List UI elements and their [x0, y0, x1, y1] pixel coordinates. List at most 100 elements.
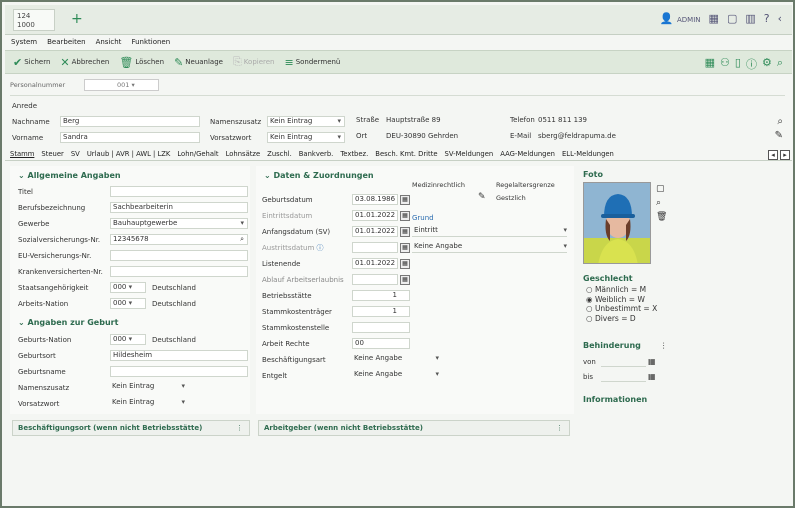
info-icon[interactable]: ⓘ: [317, 244, 324, 252]
calendar-icon[interactable]: ▦: [400, 242, 410, 253]
settings-icon[interactable]: ⚙: [762, 56, 772, 72]
tab-sv-meldungen[interactable]: SV-Meldungen: [445, 150, 494, 160]
tab-lohnsaetze[interactable]: Lohnsätze: [226, 150, 261, 160]
rights-select[interactable]: 00: [352, 338, 410, 349]
medical-link[interactable]: Medizinrechtlich: [412, 181, 465, 189]
save-button[interactable]: ✔ Sichern: [13, 56, 50, 69]
disability-from-input[interactable]: [601, 356, 646, 367]
phone-value[interactable]: 0511 811 139: [538, 116, 587, 124]
exit-reason-select[interactable]: Keine Angabe ▾: [412, 242, 567, 253]
nationality-select[interactable]: 000 ▾: [110, 282, 146, 293]
document-tab[interactable]: 124 1000: [13, 9, 55, 31]
lastname-input[interactable]: Berg: [60, 116, 200, 127]
tab-sv[interactable]: SV: [71, 150, 80, 160]
menu-ansicht[interactable]: Ansicht: [96, 36, 122, 49]
work-permit-input[interactable]: [352, 274, 398, 285]
employer-section[interactable]: Arbeitgeber (wenn nicht Betriebsstätte) ⋮: [258, 420, 570, 436]
grid-icon[interactable]: ▦: [709, 12, 719, 25]
gender-option-w[interactable]: ◉ Weiblich = W: [586, 295, 657, 305]
cost-center-select[interactable]: [352, 322, 410, 333]
gender-option-d[interactable]: ○ Divers = D: [586, 314, 657, 324]
menu-system[interactable]: System: [11, 36, 37, 49]
tab-scroll-right-button[interactable]: ▸: [780, 150, 790, 160]
calendar-icon[interactable]: ▦: [648, 357, 656, 366]
birthdate-input[interactable]: 03.08.1986: [352, 194, 398, 205]
tab-lohn[interactable]: Lohn/Gehalt: [177, 150, 218, 160]
tab-textbez[interactable]: Textbez.: [340, 150, 368, 160]
more-icon[interactable]: ⋮: [660, 341, 668, 350]
job-title-input[interactable]: Sachbearbeiterin: [110, 202, 248, 213]
cost-unit-select[interactable]: 1: [352, 306, 410, 317]
health-insurance-input[interactable]: [110, 266, 248, 277]
sv-start-input[interactable]: 01.01.2022: [352, 226, 398, 237]
personnel-number-input[interactable]: 001 ▾: [84, 79, 159, 91]
more-icon[interactable]: ⋮: [556, 421, 563, 435]
calendar-icon[interactable]: ▦: [400, 274, 410, 285]
birth-nation-select[interactable]: 000 ▾: [110, 334, 146, 345]
tab-aag-meldungen[interactable]: AAG-Meldungen: [500, 150, 555, 160]
exit-date-input[interactable]: [352, 242, 398, 253]
list-end-input[interactable]: 01.01.2022: [352, 258, 398, 269]
gender-option-x[interactable]: ○ Unbestimmt = X: [586, 304, 657, 314]
tab-bank[interactable]: Bankverb.: [299, 150, 334, 160]
statutory-link[interactable]: Gestzlich: [496, 194, 526, 202]
back-icon[interactable]: ‹: [778, 12, 782, 25]
email-value[interactable]: sberg@feldrapuma.de: [538, 132, 616, 140]
tab-ell-meldungen[interactable]: ELL-Meldungen: [562, 150, 614, 160]
tab-urlaub[interactable]: Urlaub | AVR | AWL | LZK: [87, 150, 171, 160]
title-input[interactable]: [110, 186, 248, 197]
window-icon[interactable]: ▢: [727, 12, 737, 25]
search-icon[interactable]: ⌕: [777, 56, 783, 72]
calendar-icon[interactable]: ▦: [400, 194, 410, 205]
delete-button[interactable]: 🗑 Löschen: [119, 56, 164, 69]
employee-photo[interactable]: [583, 182, 651, 264]
calendar-icon[interactable]: ▦: [400, 226, 410, 237]
name-suffix-select[interactable]: Kein Eintrag ▾: [267, 116, 345, 127]
street-value[interactable]: Hauptstraße 89: [386, 116, 441, 124]
firstname-input[interactable]: Sandra: [60, 132, 200, 143]
zoom-photo-icon[interactable]: ⌕: [656, 198, 661, 208]
birthplace-input[interactable]: Hildesheim: [110, 350, 248, 361]
menu-funktionen[interactable]: Funktionen: [131, 36, 170, 49]
prefix-word-select[interactable]: Kein Eintrag ▾: [267, 132, 345, 143]
search-icon[interactable]: ⌕: [777, 116, 783, 127]
edit-icon[interactable]: ✎: [775, 130, 783, 141]
info-icon[interactable]: ⓘ: [746, 56, 757, 72]
entry-reason-select[interactable]: Eintritt ▾: [412, 226, 567, 237]
work-location-section[interactable]: Beschäftigungsort (wenn nicht Betriebsst…: [12, 420, 250, 436]
add-tab-icon[interactable]: +: [71, 11, 83, 27]
trade-select[interactable]: Bauhauptgewerbe ▾: [110, 218, 248, 229]
grid-tool-icon[interactable]: ▦: [705, 56, 715, 72]
gender-option-m[interactable]: ○ Männlich = M: [586, 285, 657, 295]
more-icon[interactable]: ⋮: [236, 421, 243, 435]
tab-scroll-left-button[interactable]: ◂: [768, 150, 778, 160]
calendar-icon[interactable]: ▦: [400, 210, 410, 221]
work-nation-country[interactable]: Deutschland: [152, 300, 196, 308]
user-icon[interactable]: 👤 ADMIN: [660, 12, 701, 25]
cancel-button[interactable]: ✕ Abbrechen: [60, 56, 109, 69]
salary-select[interactable]: Keine Angabe ▾: [352, 370, 442, 381]
nationality-country[interactable]: Deutschland: [152, 284, 196, 292]
birth-prefix-select[interactable]: Kein Eintrag ▾: [110, 398, 188, 409]
layout-icon[interactable]: ▥: [745, 12, 755, 25]
tab-steuer[interactable]: Steuer: [41, 150, 63, 160]
edit-icon[interactable]: ✎: [478, 192, 486, 202]
help-icon[interactable]: ?: [764, 12, 770, 25]
new-button[interactable]: ✎ Neuanlage: [174, 56, 223, 69]
calendar-icon[interactable]: ▦: [400, 258, 410, 269]
city-value[interactable]: DEU-30890 Gehrden: [386, 132, 458, 140]
delete-photo-icon[interactable]: 🗑: [656, 212, 667, 222]
work-nation-select[interactable]: 000 ▾: [110, 298, 146, 309]
special-menu-button[interactable]: ≡ Sondermenü: [284, 56, 340, 69]
birth-nation-country[interactable]: Deutschland: [152, 336, 196, 344]
birthname-input[interactable]: [110, 366, 248, 377]
tab-besch[interactable]: Besch. Kmt. Dritte: [375, 150, 437, 160]
document-icon[interactable]: ▯: [735, 56, 741, 72]
calendar-icon[interactable]: ▦: [648, 372, 656, 381]
retirement-link[interactable]: Regelaltersgrenze: [496, 181, 555, 189]
disability-to-input[interactable]: [601, 371, 646, 382]
ssn-input[interactable]: 12345678 ⌕: [110, 234, 248, 245]
tab-stamm[interactable]: Stamm: [10, 150, 34, 160]
copy-button[interactable]: ⎘ Kopieren: [233, 55, 275, 69]
birth-suffix-select[interactable]: Kein Eintrag ▾: [110, 382, 188, 393]
